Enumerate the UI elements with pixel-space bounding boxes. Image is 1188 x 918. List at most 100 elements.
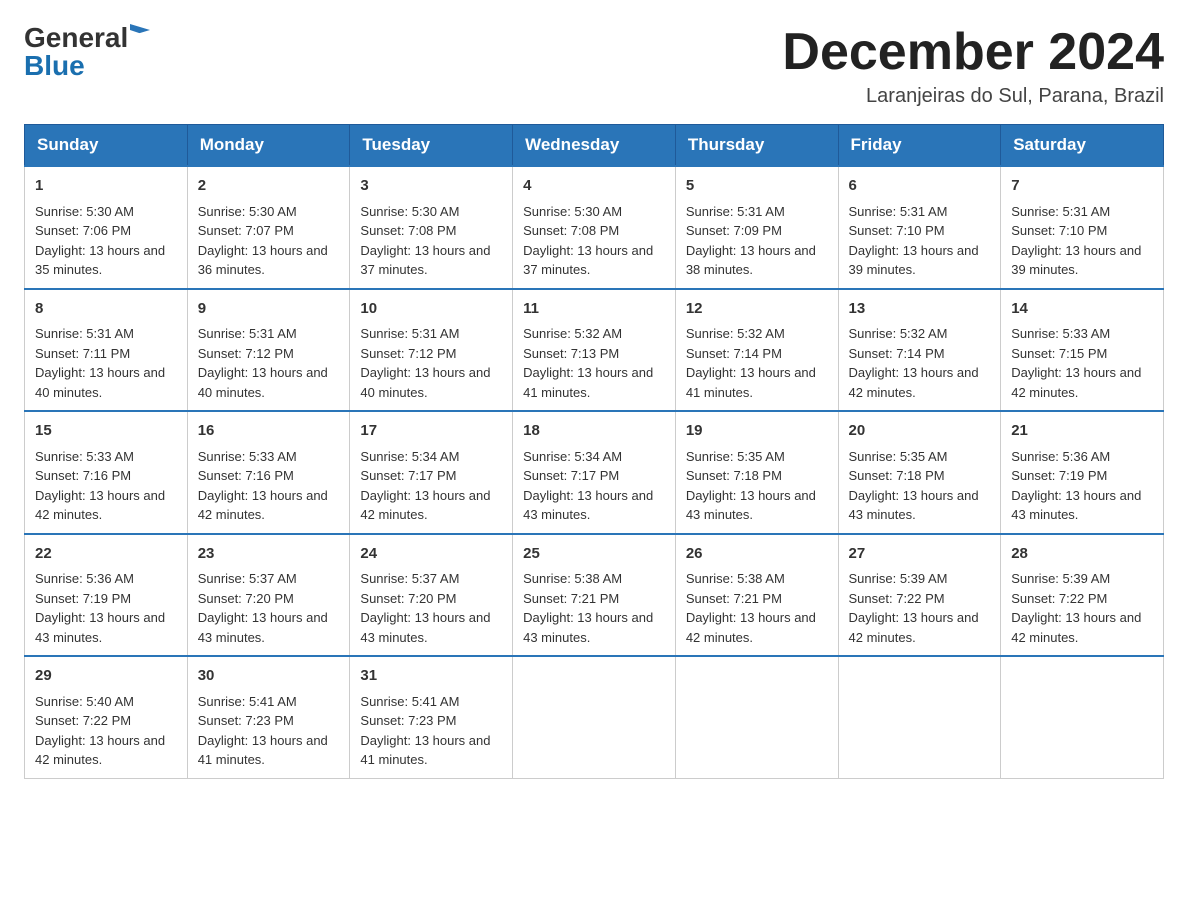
sunrise-text: Sunrise: 5:37 AM [198, 571, 297, 586]
table-row: 10 Sunrise: 5:31 AM Sunset: 7:12 PM Dayl… [350, 289, 513, 412]
table-row [838, 656, 1001, 778]
day-number: 15 [35, 420, 177, 443]
table-row [675, 656, 838, 778]
sunset-text: Sunset: 7:23 PM [360, 713, 456, 728]
day-number: 3 [360, 175, 502, 198]
day-number: 18 [523, 420, 665, 443]
sunset-text: Sunset: 7:12 PM [360, 346, 456, 361]
day-number: 29 [35, 665, 177, 688]
sunrise-text: Sunrise: 5:39 AM [1011, 571, 1110, 586]
day-number: 20 [849, 420, 991, 443]
sunrise-text: Sunrise: 5:34 AM [523, 449, 622, 464]
day-number: 10 [360, 298, 502, 321]
day-number: 12 [686, 298, 828, 321]
table-row: 12 Sunrise: 5:32 AM Sunset: 7:14 PM Dayl… [675, 289, 838, 412]
daylight-text: Daylight: 13 hours and 42 minutes. [360, 488, 490, 523]
table-row: 25 Sunrise: 5:38 AM Sunset: 7:21 PM Dayl… [513, 534, 676, 657]
calendar-week-row: 8 Sunrise: 5:31 AM Sunset: 7:11 PM Dayli… [25, 289, 1164, 412]
day-number: 2 [198, 175, 340, 198]
day-number: 5 [686, 175, 828, 198]
day-number: 7 [1011, 175, 1153, 198]
sunset-text: Sunset: 7:17 PM [360, 468, 456, 483]
table-row: 9 Sunrise: 5:31 AM Sunset: 7:12 PM Dayli… [187, 289, 350, 412]
table-row: 20 Sunrise: 5:35 AM Sunset: 7:18 PM Dayl… [838, 411, 1001, 534]
table-row: 18 Sunrise: 5:34 AM Sunset: 7:17 PM Dayl… [513, 411, 676, 534]
table-row: 4 Sunrise: 5:30 AM Sunset: 7:08 PM Dayli… [513, 166, 676, 289]
daylight-text: Daylight: 13 hours and 43 minutes. [35, 610, 165, 645]
sunset-text: Sunset: 7:11 PM [35, 346, 130, 361]
table-row: 6 Sunrise: 5:31 AM Sunset: 7:10 PM Dayli… [838, 166, 1001, 289]
table-row: 30 Sunrise: 5:41 AM Sunset: 7:23 PM Dayl… [187, 656, 350, 778]
sunrise-text: Sunrise: 5:36 AM [35, 571, 134, 586]
sunrise-text: Sunrise: 5:39 AM [849, 571, 948, 586]
daylight-text: Daylight: 13 hours and 40 minutes. [198, 365, 328, 400]
calendar-header-row: Sunday Monday Tuesday Wednesday Thursday… [25, 125, 1164, 167]
daylight-text: Daylight: 13 hours and 42 minutes. [198, 488, 328, 523]
sunrise-text: Sunrise: 5:32 AM [849, 326, 948, 341]
daylight-text: Daylight: 13 hours and 39 minutes. [849, 243, 979, 278]
calendar-week-row: 29 Sunrise: 5:40 AM Sunset: 7:22 PM Dayl… [25, 656, 1164, 778]
sunrise-text: Sunrise: 5:36 AM [1011, 449, 1110, 464]
daylight-text: Daylight: 13 hours and 41 minutes. [360, 733, 490, 768]
daylight-text: Daylight: 13 hours and 40 minutes. [35, 365, 165, 400]
sunset-text: Sunset: 7:09 PM [686, 223, 782, 238]
sunset-text: Sunset: 7:18 PM [849, 468, 945, 483]
sunset-text: Sunset: 7:22 PM [35, 713, 131, 728]
sunset-text: Sunset: 7:14 PM [849, 346, 945, 361]
sunrise-text: Sunrise: 5:31 AM [198, 326, 297, 341]
sunrise-text: Sunrise: 5:34 AM [360, 449, 459, 464]
header-saturday: Saturday [1001, 125, 1164, 167]
table-row: 15 Sunrise: 5:33 AM Sunset: 7:16 PM Dayl… [25, 411, 188, 534]
sunrise-text: Sunrise: 5:37 AM [360, 571, 459, 586]
header-monday: Monday [187, 125, 350, 167]
header-sunday: Sunday [25, 125, 188, 167]
table-row: 19 Sunrise: 5:35 AM Sunset: 7:18 PM Dayl… [675, 411, 838, 534]
table-row: 31 Sunrise: 5:41 AM Sunset: 7:23 PM Dayl… [350, 656, 513, 778]
sunset-text: Sunset: 7:16 PM [35, 468, 131, 483]
day-number: 11 [523, 298, 665, 321]
table-row [513, 656, 676, 778]
daylight-text: Daylight: 13 hours and 43 minutes. [523, 610, 653, 645]
sunset-text: Sunset: 7:12 PM [198, 346, 294, 361]
daylight-text: Daylight: 13 hours and 42 minutes. [1011, 365, 1141, 400]
daylight-text: Daylight: 13 hours and 37 minutes. [523, 243, 653, 278]
calendar-week-row: 15 Sunrise: 5:33 AM Sunset: 7:16 PM Dayl… [25, 411, 1164, 534]
table-row: 5 Sunrise: 5:31 AM Sunset: 7:09 PM Dayli… [675, 166, 838, 289]
day-number: 19 [686, 420, 828, 443]
daylight-text: Daylight: 13 hours and 43 minutes. [523, 488, 653, 523]
daylight-text: Daylight: 13 hours and 41 minutes. [523, 365, 653, 400]
logo-general-text: General [24, 24, 128, 52]
day-number: 28 [1011, 543, 1153, 566]
day-number: 26 [686, 543, 828, 566]
header-thursday: Thursday [675, 125, 838, 167]
table-row [1001, 656, 1164, 778]
table-row: 8 Sunrise: 5:31 AM Sunset: 7:11 PM Dayli… [25, 289, 188, 412]
sunrise-text: Sunrise: 5:35 AM [686, 449, 785, 464]
daylight-text: Daylight: 13 hours and 43 minutes. [686, 488, 816, 523]
sunrise-text: Sunrise: 5:30 AM [360, 204, 459, 219]
table-row: 26 Sunrise: 5:38 AM Sunset: 7:21 PM Dayl… [675, 534, 838, 657]
calendar-week-row: 22 Sunrise: 5:36 AM Sunset: 7:19 PM Dayl… [25, 534, 1164, 657]
calendar-week-row: 1 Sunrise: 5:30 AM Sunset: 7:06 PM Dayli… [25, 166, 1164, 289]
day-number: 22 [35, 543, 177, 566]
sunrise-text: Sunrise: 5:38 AM [523, 571, 622, 586]
table-row: 1 Sunrise: 5:30 AM Sunset: 7:06 PM Dayli… [25, 166, 188, 289]
daylight-text: Daylight: 13 hours and 42 minutes. [1011, 610, 1141, 645]
sunset-text: Sunset: 7:06 PM [35, 223, 131, 238]
daylight-text: Daylight: 13 hours and 40 minutes. [360, 365, 490, 400]
sunset-text: Sunset: 7:16 PM [198, 468, 294, 483]
daylight-text: Daylight: 13 hours and 43 minutes. [198, 610, 328, 645]
sunrise-text: Sunrise: 5:41 AM [198, 694, 297, 709]
daylight-text: Daylight: 13 hours and 42 minutes. [35, 488, 165, 523]
day-number: 6 [849, 175, 991, 198]
day-number: 9 [198, 298, 340, 321]
sunrise-text: Sunrise: 5:31 AM [686, 204, 785, 219]
sunrise-text: Sunrise: 5:30 AM [523, 204, 622, 219]
calendar-table: Sunday Monday Tuesday Wednesday Thursday… [24, 124, 1164, 779]
table-row: 21 Sunrise: 5:36 AM Sunset: 7:19 PM Dayl… [1001, 411, 1164, 534]
sunset-text: Sunset: 7:22 PM [1011, 591, 1107, 606]
sunrise-text: Sunrise: 5:40 AM [35, 694, 134, 709]
logo-flag-icon [130, 24, 150, 50]
sunrise-text: Sunrise: 5:31 AM [35, 326, 134, 341]
daylight-text: Daylight: 13 hours and 43 minutes. [1011, 488, 1141, 523]
